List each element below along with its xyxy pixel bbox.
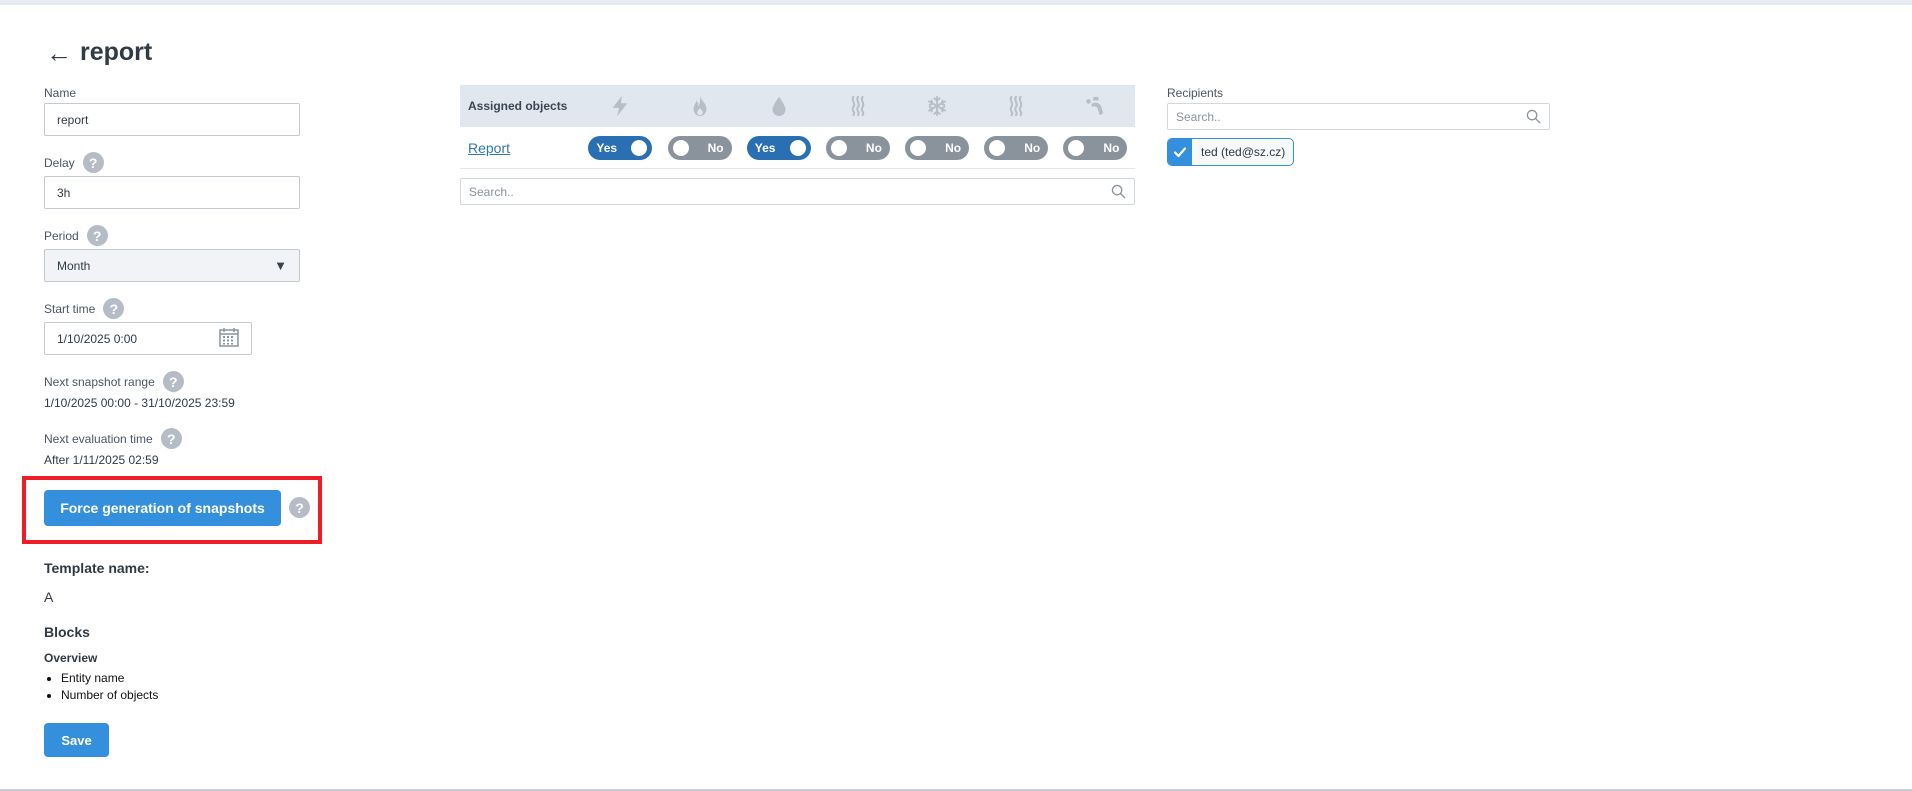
name-input[interactable] (44, 103, 300, 136)
next-eval-label-text: Next evaluation time (44, 431, 153, 446)
toggle-label: No (707, 140, 724, 155)
assigned-objects-table: Assigned objects Report Yes No Yes No No… (460, 85, 1135, 169)
recipient-chip[interactable]: ted (ted@sz.cz) (1167, 138, 1295, 166)
assigned-objects-header: Assigned objects (460, 85, 1135, 127)
toggle-water[interactable]: Yes (746, 135, 811, 160)
toggle-label: No (865, 140, 882, 155)
flame-icon (660, 95, 739, 117)
toggle-cell: No (818, 135, 897, 160)
page-title-text: report (80, 38, 153, 66)
period-label: Period ? (44, 225, 108, 246)
toggle-knob (830, 139, 847, 156)
overview-label: Overview (44, 651, 98, 665)
top-bar (0, 0, 1912, 5)
objects-search-box (460, 178, 1135, 205)
search-icon[interactable] (1111, 184, 1126, 199)
period-select[interactable]: Month ▼ (44, 249, 300, 282)
lightning-icon (581, 95, 660, 117)
toggle-label: Yes (596, 140, 618, 155)
start-time-label: Start time ? (44, 298, 125, 319)
toggle-knob (631, 139, 648, 156)
next-snapshot-help-icon[interactable]: ? (162, 371, 184, 392)
table-row: Report Yes No Yes No No No No (460, 127, 1135, 169)
start-time-help-icon[interactable]: ? (103, 298, 125, 319)
toggle-knob (789, 139, 806, 156)
next-eval-label: Next evaluation time ? (44, 428, 182, 449)
list-item: Entity name (61, 670, 158, 687)
save-button[interactable]: Save (44, 723, 109, 757)
next-eval-help-icon[interactable]: ? (160, 428, 182, 449)
next-snapshot-value: 1/10/2025 00:00 - 31/10/2025 23:59 (44, 396, 235, 410)
recipients-search-input[interactable] (1176, 109, 1505, 124)
back-arrow-icon[interactable]: ← (46, 40, 72, 66)
search-icon[interactable] (1526, 109, 1541, 124)
report-link[interactable]: Report (460, 140, 581, 156)
toggle-knob (1068, 139, 1085, 156)
heat-waves-icon (977, 95, 1056, 117)
toggle-label: No (1103, 140, 1120, 155)
heat-waves-icon (818, 95, 897, 117)
toggle-cell: No (898, 135, 977, 160)
toggle-gas-meter[interactable]: No (1063, 135, 1128, 160)
next-snapshot-label-text: Next snapshot range (44, 374, 155, 389)
toggle-knob (672, 139, 689, 156)
list-item: Number of objects (61, 687, 158, 704)
delay-help-icon[interactable]: ? (82, 152, 104, 173)
delay-input[interactable] (44, 176, 300, 209)
assigned-objects-header-label: Assigned objects (468, 99, 568, 113)
toggle-cell: No (660, 135, 739, 160)
toggle-heat-2[interactable]: No (984, 135, 1049, 160)
recipient-chip-label: ted (ted@sz.cz) (1201, 145, 1286, 159)
period-label-text: Period (44, 228, 79, 243)
name-label: Name (44, 86, 76, 100)
toggle-electricity[interactable]: Yes (588, 135, 653, 160)
recipients-search-box (1167, 103, 1550, 130)
toggle-cell: No (1056, 135, 1135, 160)
toggle-label: No (945, 140, 962, 155)
toggle-cell: Yes (739, 135, 818, 160)
toggle-knob (989, 139, 1006, 156)
droplet-icon (739, 95, 818, 117)
page-title: ← report (46, 38, 152, 67)
toggle-cooling[interactable]: No (905, 135, 970, 160)
calendar-icon[interactable] (219, 327, 239, 350)
force-generation-help-icon[interactable]: ? (289, 497, 310, 518)
toggle-label: Yes (754, 140, 776, 155)
blocks-heading: Blocks (44, 624, 90, 640)
recipients-label: Recipients (1167, 86, 1223, 100)
period-help-icon[interactable]: ? (86, 225, 108, 246)
toggle-heat[interactable]: No (825, 135, 890, 160)
template-name-heading: Template name: (44, 560, 150, 576)
start-time-input[interactable]: 1/10/2025 0:00 (44, 322, 252, 355)
toggle-knob (910, 139, 927, 156)
caret-down-icon: ▼ (274, 258, 287, 273)
toggle-gas[interactable]: No (667, 135, 732, 160)
delay-label: Delay ? (44, 152, 104, 173)
period-select-value: Month (57, 258, 91, 273)
toggle-cell: No (977, 135, 1056, 160)
toggle-label: No (1024, 140, 1041, 155)
force-generation-button[interactable]: Force generation of snapshots (44, 490, 281, 526)
template-name-value: A (44, 589, 54, 605)
start-time-label-text: Start time (44, 301, 96, 316)
checkmark-icon[interactable] (1168, 139, 1192, 165)
gas-meter-icon (1056, 95, 1135, 117)
name-label-text: Name (44, 86, 77, 100)
recipients-label-text: Recipients (1167, 86, 1224, 100)
toggle-cell: Yes (581, 135, 660, 160)
next-snapshot-label: Next snapshot range ? (44, 371, 184, 392)
blocks-list: Entity name Number of objects (61, 670, 158, 704)
next-eval-value: After 1/11/2025 02:59 (44, 453, 159, 467)
delay-label-text: Delay (44, 155, 75, 170)
snowflake-icon (898, 95, 977, 117)
start-time-value: 1/10/2025 0:00 (57, 331, 138, 346)
objects-search-input[interactable] (469, 184, 1061, 199)
